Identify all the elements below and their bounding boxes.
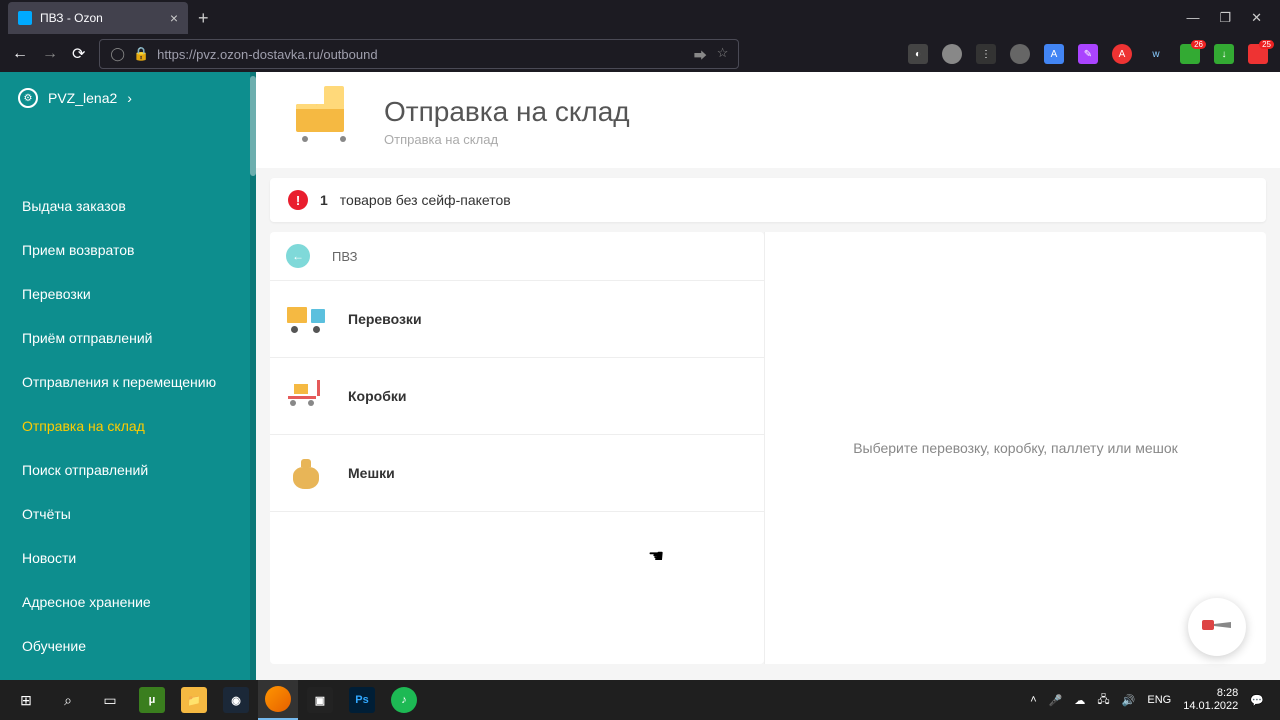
minimize-button[interactable]: — xyxy=(1186,10,1199,26)
page-header: Отправка на склад Отправка на склад xyxy=(256,72,1280,168)
ext-icon[interactable] xyxy=(942,44,962,64)
list-label: Перевозки xyxy=(348,311,422,327)
alert-count: 1 xyxy=(320,192,328,208)
chevron-right-icon: › xyxy=(127,90,132,106)
taskbar-app-firefox[interactable] xyxy=(258,680,298,720)
placeholder-text: Выберите перевозку, коробку, паллету или… xyxy=(853,440,1178,456)
tab-title: ПВЗ - Ozon xyxy=(40,11,103,25)
bookmark-icon[interactable]: ☆ xyxy=(717,45,729,64)
taskbar-app[interactable]: μ xyxy=(132,680,172,720)
alert-bar[interactable]: ! 1 товаров без сейф-пакетов xyxy=(270,178,1266,222)
window-controls: — ❐ ✕ xyxy=(1186,10,1280,26)
tray-sound-icon[interactable]: 🔊 xyxy=(1122,694,1136,707)
extension-icons: ◐ ⋮ A ✎ A w 26 ↓ 25 xyxy=(908,44,1268,64)
sidebar-item-receive[interactable]: Приём отправлений xyxy=(0,316,256,360)
ext-icon[interactable]: ◐ xyxy=(908,44,928,64)
search-button[interactable]: ⌕ xyxy=(48,680,88,720)
start-button[interactable]: ⊞ xyxy=(6,680,46,720)
translate-icon[interactable]: ⮕ xyxy=(694,45,707,64)
bag-icon xyxy=(286,453,326,493)
system-tray: ˄ 🎤 ☁ 🖧 🔊 ENG 8:28 14.01.2022 💬 xyxy=(1030,687,1274,713)
alert-icon: ! xyxy=(288,190,308,210)
page-subtitle: Отправка на склад xyxy=(384,132,630,147)
cart-icon xyxy=(286,376,326,416)
page-title: Отправка на склад xyxy=(384,96,630,128)
list-label: Коробки xyxy=(348,388,406,404)
taskbar-app-ps[interactable]: Ps xyxy=(342,680,382,720)
tab-bar: ПВЗ - Ozon × + — ❐ ✕ xyxy=(0,0,1280,36)
close-window-button[interactable]: ✕ xyxy=(1251,10,1262,26)
sidebar-scrollbar[interactable] xyxy=(250,72,256,680)
new-tab-button[interactable]: + xyxy=(188,8,219,29)
taskbar: ⊞ ⌕ ▭ μ 📁 ◉ ▣ Ps ♪ ˄ 🎤 ☁ 🖧 🔊 ENG 8:28 14… xyxy=(0,680,1280,720)
reload-button[interactable]: ⟳ xyxy=(72,44,85,64)
ext-icon[interactable]: ✎ xyxy=(1078,44,1098,64)
scanner-fab[interactable] xyxy=(1188,598,1246,656)
sidebar-item-issue[interactable]: Выдача заказов xyxy=(0,184,256,228)
back-arrow-icon: ← xyxy=(286,244,310,268)
sidebar-item-returns[interactable]: Прием возвратов xyxy=(0,228,256,272)
sidebar-item-search[interactable]: Поиск отправлений xyxy=(0,448,256,492)
list-label: ПВЗ xyxy=(332,249,357,264)
url-text: https://pvz.ozon-dostavka.ru/outbound xyxy=(157,47,377,62)
sidebar-item-move[interactable]: Отправления к перемещению xyxy=(0,360,256,404)
ext-adblock-icon[interactable]: A xyxy=(1112,44,1132,64)
taskview-button[interactable]: ▭ xyxy=(90,680,130,720)
forward-button[interactable]: → xyxy=(42,45,58,63)
sidebar: ⚙ PVZ_lena2 › Выдача заказов Прием возвр… xyxy=(0,72,256,680)
url-bar[interactable]: ◯ 🔒 https://pvz.ozon-dostavka.ru/outboun… xyxy=(99,39,739,69)
favicon-icon xyxy=(18,11,32,25)
sidebar-item-transports[interactable]: Перевозки xyxy=(0,272,256,316)
tray-clock[interactable]: 8:28 14.01.2022 xyxy=(1183,687,1238,713)
list-item-pvz[interactable]: ← ПВЗ xyxy=(270,232,764,281)
maximize-button[interactable]: ❐ xyxy=(1219,10,1231,26)
main-content: Отправка на склад Отправка на склад ! 1 … xyxy=(256,72,1280,680)
shield-icon: ◯ xyxy=(110,46,125,62)
gear-icon: ⚙ xyxy=(18,88,38,108)
pvz-name: PVZ_lena2 xyxy=(48,90,117,106)
ext-icon[interactable]: 26 xyxy=(1180,44,1200,64)
close-tab-icon[interactable]: × xyxy=(170,10,178,26)
detail-panel: Выберите перевозку, коробку, паллету или… xyxy=(764,232,1266,664)
scanner-icon xyxy=(1201,616,1233,638)
taskbar-app-explorer[interactable]: 📁 xyxy=(174,680,214,720)
tray-mic-icon[interactable]: 🎤 xyxy=(1049,694,1063,707)
ext-icon[interactable]: 25 xyxy=(1248,44,1268,64)
browser-chrome: ПВЗ - Ozon × + — ❐ ✕ ← → ⟳ ◯ 🔒 https://p… xyxy=(0,0,1280,72)
tray-network-icon[interactable]: 🖧 xyxy=(1097,691,1109,710)
back-button[interactable]: ← xyxy=(12,45,28,63)
tray-cloud-icon[interactable]: ☁ xyxy=(1074,694,1085,707)
ext-icon[interactable]: ↓ xyxy=(1214,44,1234,64)
sidebar-item-reports[interactable]: Отчёты xyxy=(0,492,256,536)
tray-chevron-icon[interactable]: ˄ xyxy=(1030,694,1036,706)
list-item-transports[interactable]: Перевозки xyxy=(270,281,764,358)
truck-icon xyxy=(286,299,326,339)
browser-tab[interactable]: ПВЗ - Ozon × xyxy=(8,2,188,34)
sidebar-item-news[interactable]: Новости xyxy=(0,536,256,580)
lock-icon: 🔒 xyxy=(133,46,149,62)
list-item-boxes[interactable]: Коробки xyxy=(270,358,764,435)
boxes-illustration-icon xyxy=(296,92,360,150)
sidebar-item-training[interactable]: Обучение xyxy=(0,624,256,668)
ext-icon[interactable]: ⋮ xyxy=(976,44,996,64)
app-container: ⚙ PVZ_lena2 › Выдача заказов Прием возвр… xyxy=(0,72,1280,680)
ext-vk-icon[interactable]: w xyxy=(1146,44,1166,64)
pvz-selector[interactable]: ⚙ PVZ_lena2 › xyxy=(0,72,256,124)
list-panel: ← ПВЗ Перевозки xyxy=(270,232,764,664)
alert-text: товаров без сейф-пакетов xyxy=(340,192,511,208)
ext-icon[interactable] xyxy=(1010,44,1030,64)
nav-bar: ← → ⟳ ◯ 🔒 https://pvz.ozon-dostavka.ru/o… xyxy=(0,36,1280,72)
taskbar-app-obs[interactable]: ▣ xyxy=(300,680,340,720)
taskbar-app-spotify[interactable]: ♪ xyxy=(384,680,424,720)
content-row: ← ПВЗ Перевозки xyxy=(270,232,1266,664)
taskbar-app-steam[interactable]: ◉ xyxy=(216,680,256,720)
list-label: Мешки xyxy=(348,465,395,481)
list-item-bags[interactable]: Мешки xyxy=(270,435,764,512)
sidebar-item-outbound[interactable]: Отправка на склад xyxy=(0,404,256,448)
tray-notifications-icon[interactable]: 💬 xyxy=(1250,694,1264,707)
sidebar-item-storage[interactable]: Адресное хранение xyxy=(0,580,256,624)
tray-lang[interactable]: ENG xyxy=(1147,694,1171,706)
ext-icon[interactable]: A xyxy=(1044,44,1064,64)
